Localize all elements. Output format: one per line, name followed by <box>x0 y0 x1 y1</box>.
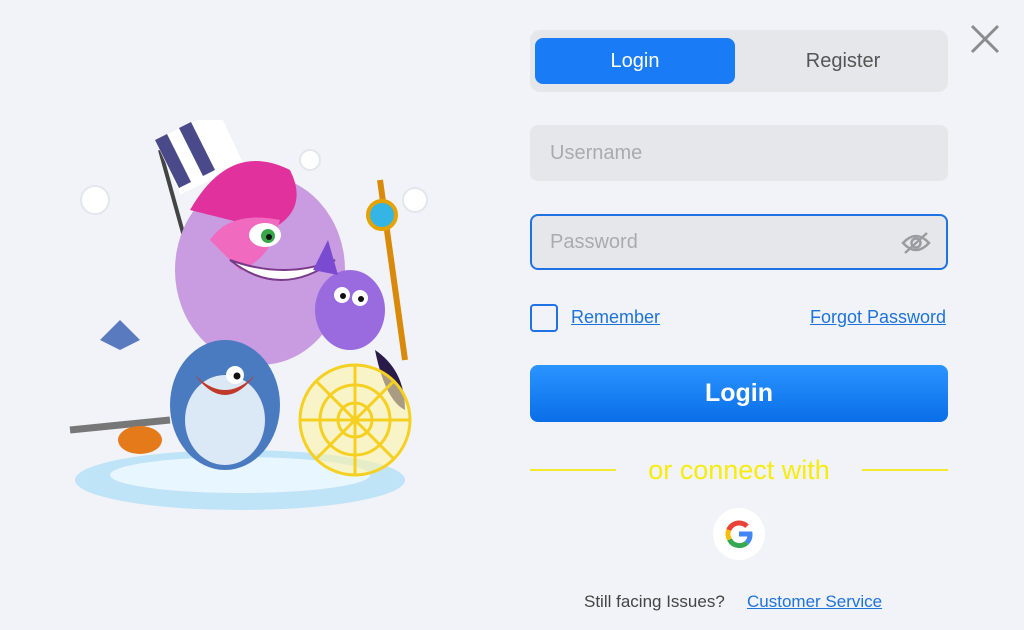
customer-service-link[interactable]: Customer Service <box>747 592 882 612</box>
divider-line-left <box>530 469 616 471</box>
close-icon <box>970 24 1000 54</box>
support-prompt-text: Still facing Issues? <box>584 592 725 611</box>
password-field[interactable] <box>530 214 948 270</box>
tab-register[interactable]: Register <box>743 38 943 84</box>
close-button[interactable] <box>968 22 1002 56</box>
remember-checkbox[interactable] <box>530 304 558 332</box>
connect-divider-text: or connect with <box>648 455 830 485</box>
login-submit-button[interactable]: Login <box>530 365 948 422</box>
google-login-button[interactable] <box>713 508 765 560</box>
username-field[interactable] <box>530 125 948 181</box>
password-input[interactable] <box>548 229 892 255</box>
eye-off-icon <box>901 232 931 254</box>
auth-tabs: Login Register <box>530 30 948 92</box>
remember-label[interactable]: Remember <box>571 307 660 328</box>
tab-login[interactable]: Login <box>535 38 735 84</box>
username-input[interactable] <box>548 140 892 166</box>
game-characters-illustration <box>69 120 428 510</box>
golden-net <box>298 363 412 477</box>
toggle-password-visibility-button[interactable] <box>900 230 932 256</box>
google-icon <box>725 520 753 549</box>
divider-line-right <box>862 469 948 471</box>
forgot-password-link[interactable]: Forgot Password <box>810 307 946 328</box>
